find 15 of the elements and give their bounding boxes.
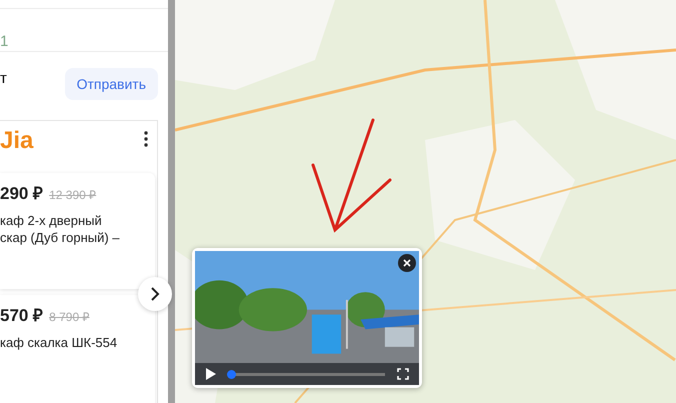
price-text: 570 ₽ <box>0 305 44 326</box>
chevron-right-icon <box>150 286 160 302</box>
label-text: т <box>0 70 7 87</box>
product-title: каф 2-х дверный скар (Дуб горный) – <box>0 212 121 246</box>
product-card[interactable]: 290 ₽ 12 390 ₽ каф 2-х дверный скар (Дуб горный) – <box>0 173 155 289</box>
value-text: 1 <box>0 33 8 50</box>
scrollbar[interactable] <box>168 0 175 403</box>
old-price-text: 8 790 ₽ <box>49 309 90 325</box>
brand-logo: Jia <box>0 127 34 155</box>
product-title: каф скалка ШК-554 <box>0 334 118 351</box>
old-price-text: 12 390 ₽ <box>49 187 96 203</box>
product-card[interactable]: 570 ₽ 8 790 ₽ каф скалка ШК-554 <box>0 295 155 403</box>
more-icon[interactable] <box>144 131 148 147</box>
send-button[interactable]: Отправить <box>64 68 158 100</box>
price-text: 290 ₽ <box>0 183 44 204</box>
